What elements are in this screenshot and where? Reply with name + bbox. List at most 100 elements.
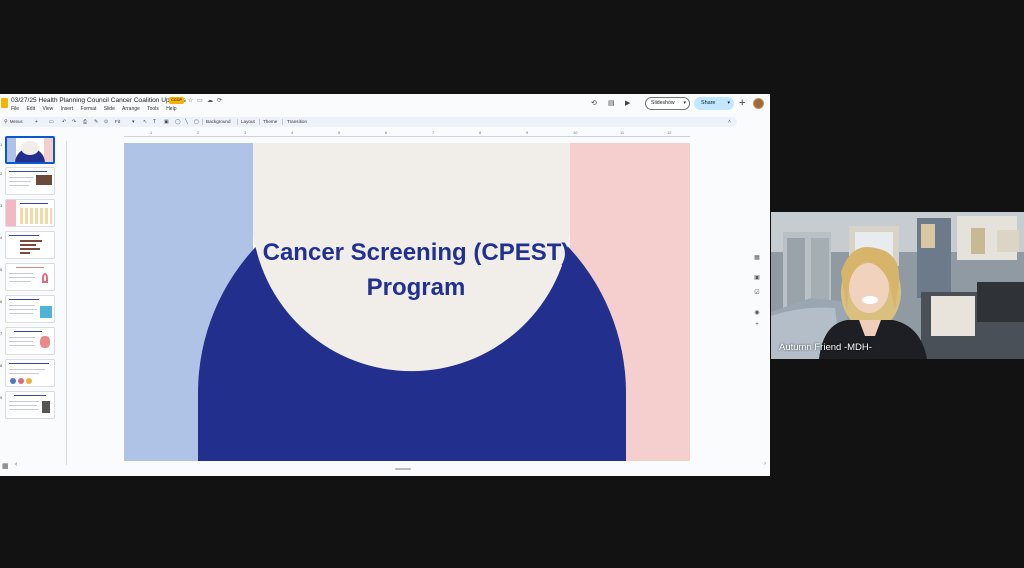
slides-logo-icon[interactable] <box>1 98 8 108</box>
transition-button[interactable]: Transition <box>287 117 307 127</box>
slide-number: 1 <box>0 142 3 147</box>
slide-number: 3 <box>0 203 3 208</box>
ruler-tick-label: 6 <box>385 130 388 135</box>
undo-icon[interactable]: ↶ <box>62 117 66 127</box>
slide-number: 2 <box>0 171 3 176</box>
ruler-tick-label: 5 <box>338 130 341 135</box>
ruler-tick-label: 1 <box>150 130 153 135</box>
ruler-tick-label: 8 <box>479 130 482 135</box>
slide-number: 6 <box>0 299 3 304</box>
grid-view-icon[interactable]: ▦ <box>2 462 9 470</box>
menu-view[interactable]: View <box>42 106 53 112</box>
participant-video-tile[interactable]: Autumn Friend -MDH- <box>771 212 1024 359</box>
ruler-tick-label: 11 <box>620 130 625 135</box>
slide-number: 4 <box>0 235 3 240</box>
toolbar-divider <box>202 119 203 125</box>
speaker-notes-handle[interactable] <box>395 468 411 470</box>
calendar-icon[interactable]: ▦ <box>752 254 762 261</box>
toolbar-divider <box>282 119 283 125</box>
slide-title[interactable]: Cancer Screening (CPEST) Program <box>251 235 581 305</box>
sync-icon[interactable]: ⟳ <box>217 97 222 105</box>
ruler-tick-label: 3 <box>244 130 247 135</box>
print-icon[interactable]: ⎙ <box>83 117 87 127</box>
slide-thumbnail[interactable] <box>5 136 55 164</box>
menu-tools[interactable]: Tools <box>147 106 159 112</box>
ruler-tick-label: 12 <box>667 130 672 135</box>
slide-thumbnail[interactable] <box>5 199 55 227</box>
theme-button[interactable]: Theme <box>263 117 277 127</box>
document-badge: CCCP <box>169 97 184 104</box>
slide-thumbnail[interactable] <box>5 263 55 291</box>
menu-help[interactable]: Help <box>166 106 176 112</box>
search-icon[interactable]: ⚲ <box>4 117 8 127</box>
menu-edit[interactable]: Edit <box>26 106 35 112</box>
star-icon[interactable]: ☆ <box>188 97 193 105</box>
background-button[interactable]: Background <box>206 117 231 127</box>
collapse-toolbar-icon[interactable]: ˄ <box>728 117 731 127</box>
tasks-icon[interactable]: ☑ <box>752 289 762 296</box>
collapse-filmstrip-icon[interactable]: ‹ <box>15 461 17 468</box>
chevron-down-icon[interactable]: ▾ <box>727 97 730 110</box>
zoom-icon[interactable]: ⊙ <box>104 117 108 127</box>
share-button[interactable]: Share ▾ <box>694 97 734 110</box>
cloud-status-icon[interactable]: ☁ <box>207 97 213 105</box>
new-slide-icon[interactable]: + <box>35 117 38 127</box>
ruler-tick-label: 7 <box>432 130 435 135</box>
menu-arrange[interactable]: Arrange <box>122 106 140 112</box>
comments-icon[interactable]: ▤ <box>608 100 615 108</box>
shape-icon[interactable]: ◯ <box>175 117 181 127</box>
chevron-down-icon[interactable]: ▾ <box>132 117 135 127</box>
text-box-icon[interactable]: T <box>153 117 156 127</box>
ruler-tick-label: 10 <box>573 130 578 135</box>
maps-icon[interactable]: ◉ <box>752 309 762 316</box>
addons-icon[interactable]: + <box>752 322 762 328</box>
slide-thumbnail[interactable] <box>5 391 55 419</box>
editing-toolbar: ⚲ Menus + ▭ ↶ ↷ ⎙ ✎ ⊙ Fit ▾ ↖ T ▣ ◯ ╲ ▢ … <box>1 117 737 127</box>
slideshow-label: Slideshow <box>651 100 675 106</box>
menu-format[interactable]: Format <box>81 106 97 112</box>
show-side-panel-icon[interactable]: › <box>764 461 766 467</box>
participant-name: Autumn Friend -MDH- <box>779 342 872 353</box>
slide-number: 7 <box>0 331 3 336</box>
ruler-tick-label: 4 <box>291 130 294 135</box>
document-title[interactable]: 03/27/25 Health Planning Council Cancer … <box>11 97 186 104</box>
meeting-stage: 03/27/25 Health Planning Council Cancer … <box>0 0 1024 568</box>
select-cursor-icon[interactable]: ↖ <box>143 117 147 127</box>
toolbar-divider <box>237 119 238 125</box>
slide-filmstrip: 1 2 3 4 5 6 7 8 9 <box>0 130 60 470</box>
slide-thumbnail[interactable] <box>5 231 55 259</box>
account-avatar[interactable] <box>753 98 764 109</box>
slide-number: 5 <box>0 267 3 272</box>
zoom-select[interactable]: Fit <box>115 117 120 127</box>
ruler-tick-label: 9 <box>526 130 529 135</box>
redo-icon[interactable]: ↷ <box>72 117 76 127</box>
layout-button[interactable]: Layout <box>241 117 255 127</box>
line-icon[interactable]: ╲ <box>185 117 188 127</box>
slide-thumbnail[interactable] <box>5 327 55 355</box>
slide-canvas[interactable]: Cancer Screening (CPEST) Program <box>124 143 690 461</box>
menu-bar: File Edit View Insert Format Slide Arran… <box>11 106 182 112</box>
menu-file[interactable]: File <box>11 106 19 112</box>
comment-add-icon[interactable]: ▢ <box>194 117 199 127</box>
slideshow-button[interactable]: Slideshow ▾ <box>645 97 690 110</box>
add-icon[interactable]: + <box>739 97 745 109</box>
layout-icon[interactable]: ▭ <box>49 117 54 127</box>
image-icon[interactable]: ▣ <box>164 117 169 127</box>
menu-slide[interactable]: Slide <box>104 106 115 112</box>
vertical-ruler <box>66 141 67 465</box>
meet-camera-icon[interactable]: ▶ <box>625 100 630 108</box>
slide-thumbnail[interactable] <box>5 359 55 387</box>
slide-thumbnail[interactable] <box>5 167 55 195</box>
participant-video-feed <box>771 212 1024 359</box>
menus-search[interactable]: Menus <box>10 117 23 127</box>
chevron-down-icon[interactable]: ▾ <box>683 98 686 109</box>
slide-number: 8 <box>0 363 3 368</box>
history-icon[interactable]: ⟲ <box>591 100 597 108</box>
slide-number: 9 <box>0 395 3 400</box>
keep-icon[interactable]: ▣ <box>752 274 762 281</box>
paint-format-icon[interactable]: ✎ <box>94 117 98 127</box>
move-folder-icon[interactable]: ▭ <box>197 97 203 105</box>
menu-insert[interactable]: Insert <box>61 106 74 112</box>
slide-thumbnail[interactable] <box>5 295 55 323</box>
horizontal-ruler: 1 2 3 4 5 6 7 8 9 10 11 12 <box>124 130 690 137</box>
